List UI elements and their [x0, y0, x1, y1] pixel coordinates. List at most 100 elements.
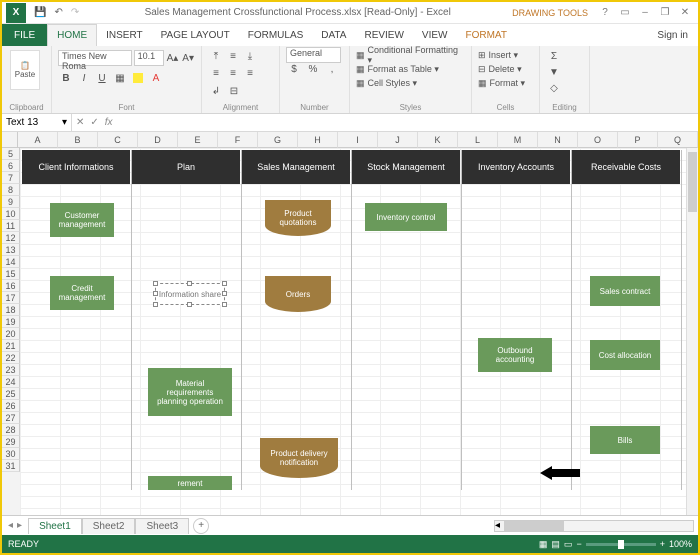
zoom-level[interactable]: 100% — [669, 539, 692, 549]
align-middle-button[interactable]: ≡ — [225, 48, 241, 64]
format-cells-button[interactable]: ▦Format ▾ — [478, 76, 533, 90]
row-header[interactable]: 8 — [2, 184, 20, 196]
row-header[interactable]: 26 — [2, 400, 20, 412]
col-header[interactable]: Q — [658, 132, 698, 148]
clear-button[interactable]: ◇ — [546, 80, 562, 96]
bold-button[interactable]: B — [58, 70, 74, 86]
row-header[interactable]: 6 — [2, 160, 20, 172]
row-header[interactable]: 19 — [2, 316, 20, 328]
shape-arrow[interactable] — [540, 466, 580, 480]
shape-orders[interactable]: Orders — [265, 276, 331, 312]
font-size-select[interactable]: 10.1 — [134, 50, 164, 66]
row-header[interactable]: 27 — [2, 412, 20, 424]
zoom-slider[interactable] — [586, 543, 656, 546]
comma-button[interactable]: , — [324, 61, 340, 77]
row-header[interactable]: 30 — [2, 448, 20, 460]
autosum-button[interactable]: Σ — [546, 48, 562, 64]
row-header[interactable]: 24 — [2, 376, 20, 388]
row-header[interactable]: 7 — [2, 172, 20, 184]
row-header[interactable]: 28 — [2, 424, 20, 436]
select-all-corner[interactable] — [2, 132, 18, 148]
row-header[interactable]: 12 — [2, 232, 20, 244]
sheet-tab-3[interactable]: Sheet3 — [135, 518, 189, 534]
vertical-scrollbar[interactable] — [686, 148, 698, 515]
cancel-fx-icon[interactable]: ✕ — [76, 117, 84, 128]
col-header[interactable]: D — [138, 132, 178, 148]
wrap-text-button[interactable]: ↲ — [208, 83, 224, 99]
close-icon[interactable]: ✕ — [678, 7, 692, 18]
shape-product-delivery[interactable]: Product delivery notification — [260, 438, 338, 478]
minimize-icon[interactable]: – — [638, 7, 652, 18]
tab-home[interactable]: HOME — [47, 24, 97, 46]
merge-button[interactable]: ⊟ — [226, 83, 242, 99]
paste-button[interactable]: 📋 Paste — [10, 50, 40, 90]
conditional-formatting-button[interactable]: ▦Conditional Formatting ▾ — [356, 48, 465, 62]
sheet-tab-1[interactable]: Sheet1 — [28, 518, 82, 534]
tab-file[interactable]: FILE — [2, 24, 47, 46]
normal-view-icon[interactable]: ▦ — [539, 539, 548, 550]
horizontal-scrollbar[interactable]: ◂ — [494, 520, 694, 532]
tab-data[interactable]: DATA — [312, 24, 355, 46]
restore-icon[interactable]: ❐ — [658, 7, 672, 18]
increase-font-button[interactable]: A▴ — [166, 50, 180, 66]
decrease-font-button[interactable]: A▾ — [181, 50, 195, 66]
col-header[interactable]: H — [298, 132, 338, 148]
row-header[interactable]: 23 — [2, 364, 20, 376]
col-header[interactable]: E — [178, 132, 218, 148]
align-top-button[interactable]: ⤒ — [208, 48, 224, 64]
col-header[interactable]: L — [458, 132, 498, 148]
page-break-view-icon[interactable]: ▭ — [564, 539, 573, 550]
delete-cells-button[interactable]: ⊟Delete ▾ — [478, 62, 533, 76]
row-header[interactable]: 20 — [2, 328, 20, 340]
qa-undo[interactable]: ↶ — [54, 7, 62, 18]
shape-sales-contract[interactable]: Sales contract — [590, 276, 660, 306]
col-header[interactable]: M — [498, 132, 538, 148]
tab-scroll-prev-icon[interactable]: ◂ — [8, 520, 13, 531]
page-layout-view-icon[interactable]: ▤ — [551, 539, 560, 550]
align-center-button[interactable]: ≡ — [225, 65, 241, 81]
cell-styles-button[interactable]: ▦Cell Styles ▾ — [356, 76, 465, 90]
col-header[interactable]: J — [378, 132, 418, 148]
font-color-button[interactable]: A — [148, 70, 164, 86]
col-header[interactable]: F — [218, 132, 258, 148]
col-header[interactable]: I — [338, 132, 378, 148]
tab-review[interactable]: REVIEW — [355, 24, 412, 46]
scroll-left-icon[interactable]: ◂ — [495, 520, 500, 531]
row-header[interactable]: 18 — [2, 304, 20, 316]
zoom-in-button[interactable]: + — [660, 539, 665, 549]
font-name-select[interactable]: Times New Roma — [58, 50, 132, 66]
tab-format[interactable]: FORMAT — [456, 24, 515, 46]
shape-partial[interactable]: rement — [148, 476, 232, 490]
worksheet-grid[interactable]: Client Informations Plan Sales Managemen… — [20, 148, 698, 515]
underline-button[interactable]: U — [94, 70, 110, 86]
italic-button[interactable]: I — [76, 70, 92, 86]
shape-cost-allocation[interactable]: Cost allocation — [590, 340, 660, 370]
shape-customer-management[interactable]: Customer management — [50, 203, 114, 237]
col-header[interactable]: A — [18, 132, 58, 148]
row-header[interactable]: 16 — [2, 280, 20, 292]
tab-page-layout[interactable]: PAGE LAYOUT — [152, 24, 239, 46]
shape-inventory-control[interactable]: Inventory control — [365, 203, 447, 231]
align-bottom-button[interactable]: ⤓ — [242, 48, 258, 64]
insert-cells-button[interactable]: ⊞Insert ▾ — [478, 48, 533, 62]
percent-button[interactable]: % — [305, 61, 321, 77]
row-header[interactable]: 9 — [2, 196, 20, 208]
zoom-out-button[interactable]: − — [576, 539, 581, 549]
row-header[interactable]: 29 — [2, 436, 20, 448]
row-header[interactable]: 13 — [2, 244, 20, 256]
enter-fx-icon[interactable]: ✓ — [90, 117, 98, 128]
qa-redo[interactable]: ↷ — [71, 7, 79, 18]
row-headers[interactable]: 5678910111213141516171819202122232425262… — [2, 148, 20, 515]
row-header[interactable]: 25 — [2, 388, 20, 400]
sheet-tab-2[interactable]: Sheet2 — [82, 518, 136, 534]
tab-insert[interactable]: INSERT — [97, 24, 152, 46]
ribbon-toggle-icon[interactable]: ▭ — [618, 7, 632, 18]
col-header[interactable]: G — [258, 132, 298, 148]
add-sheet-button[interactable]: + — [193, 518, 209, 534]
row-header[interactable]: 17 — [2, 292, 20, 304]
fill-button[interactable]: ▼ — [546, 64, 562, 80]
border-button[interactable]: ▦ — [112, 70, 128, 86]
col-header[interactable]: P — [618, 132, 658, 148]
tab-formulas[interactable]: FORMULAS — [239, 24, 313, 46]
shape-product-quotations[interactable]: Product quotations — [265, 200, 331, 236]
